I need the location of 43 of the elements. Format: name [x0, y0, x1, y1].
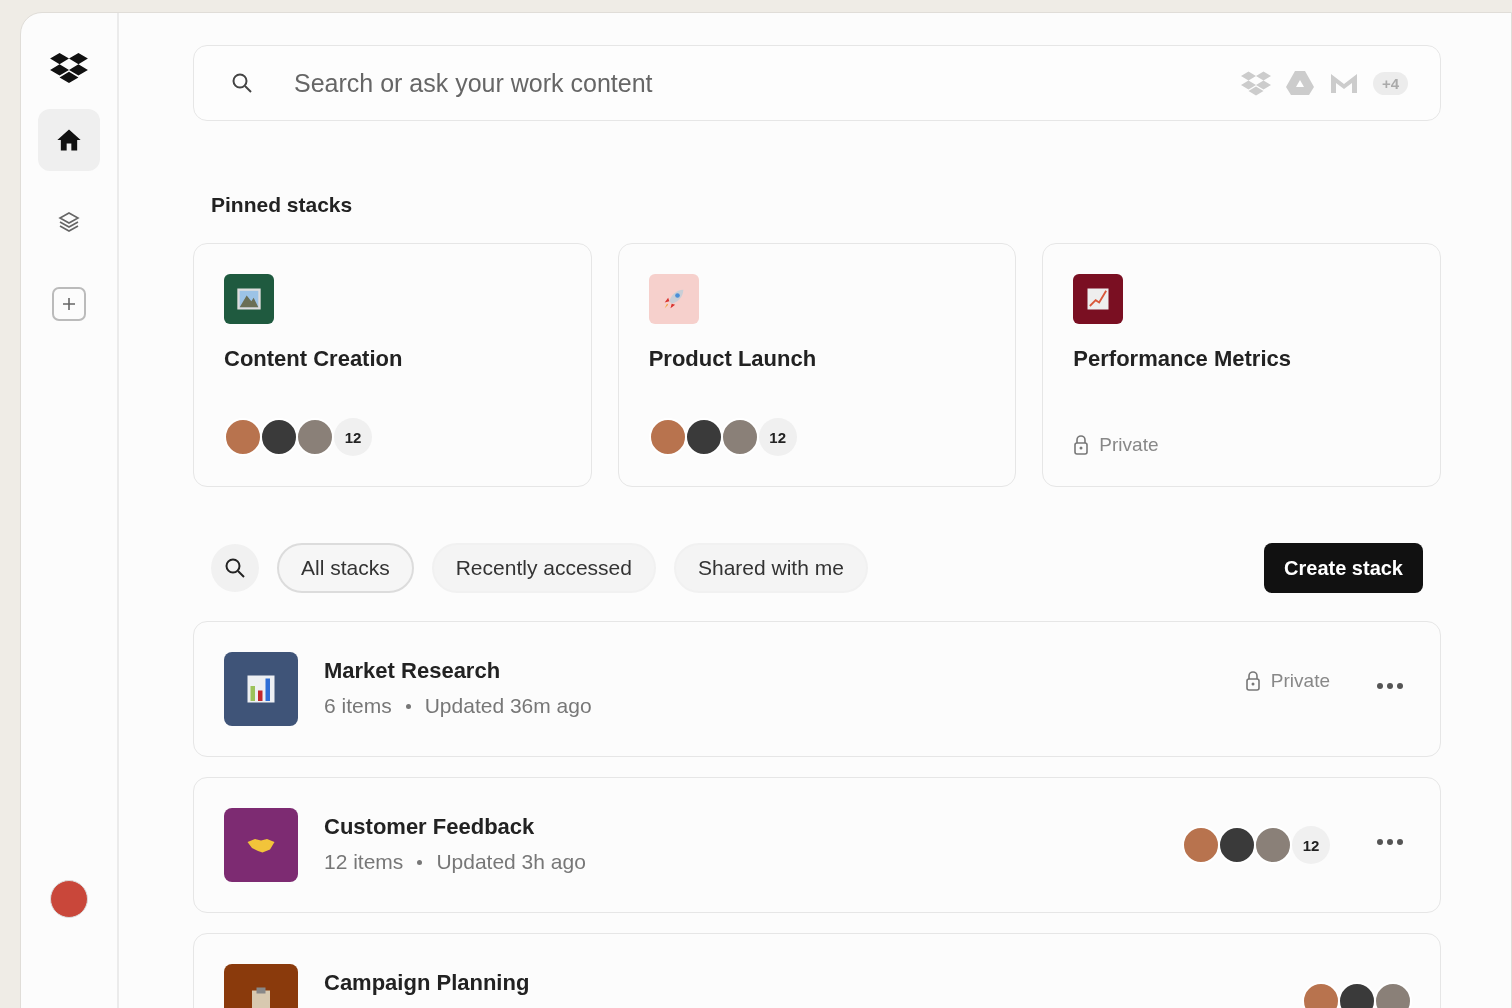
updated-time: Updated 3h ago — [436, 850, 586, 874]
home-button[interactable] — [38, 109, 100, 171]
layers-icon — [57, 210, 81, 234]
logo-icon — [50, 51, 88, 85]
stack-title: Market Research — [324, 658, 502, 684]
stack-card[interactable]: Performance Metrics Private — [1042, 243, 1441, 487]
lock-icon — [1073, 435, 1090, 455]
plus-icon — [61, 296, 77, 312]
member-count: 12 — [1292, 826, 1330, 864]
stack-title: Performance Metrics — [1073, 346, 1291, 373]
stack-row[interactable]: Campaign Planning — [193, 933, 1441, 1008]
item-count: 6 items — [324, 694, 392, 718]
mail-m-icon — [1328, 71, 1359, 95]
separator-dot — [405, 703, 411, 709]
user-avatar[interactable] — [50, 880, 88, 918]
member-count: 12 — [758, 418, 797, 456]
stack-card[interactable]: Content Creation 12 — [193, 243, 592, 487]
create-stack-button[interactable]: Create stack — [1264, 543, 1423, 593]
filter-tab[interactable]: All stacks — [277, 543, 414, 593]
lock-icon — [1244, 671, 1261, 691]
privacy-label: Private — [1099, 434, 1159, 456]
search-field[interactable]: Search or ask your work content — [292, 67, 1203, 99]
stack-title: Content Creation — [224, 346, 403, 373]
section-title: Pinned stacks — [211, 193, 354, 217]
updated-time: Updated 36m ago — [424, 694, 592, 718]
filter-tab[interactable]: Recently accessed — [431, 543, 656, 593]
more-sources-badge: +4 — [1372, 71, 1408, 95]
search-icon — [223, 556, 247, 580]
stack-row[interactable]: Customer Feedback 12 items Updated 3h ago 12 — [193, 777, 1441, 913]
filter-tab[interactable]: Shared with me — [673, 543, 868, 593]
ellipsis-icon — [1376, 682, 1404, 690]
separator-dot — [417, 859, 423, 865]
stack-title: Campaign Planning — [324, 970, 530, 996]
item-count: 12 items — [324, 850, 404, 874]
stack-title: Customer Feedback — [324, 814, 536, 840]
stack-card[interactable]: Product Launch 12 — [617, 243, 1017, 487]
search-icon — [230, 71, 254, 95]
ellipsis-icon — [1376, 838, 1404, 846]
stack-row[interactable]: Market Research 6 items Updated 36m ago Private — [193, 621, 1441, 757]
member-count: 12 — [334, 418, 372, 456]
search-button[interactable] — [211, 544, 259, 592]
stack-title: Product Launch — [648, 346, 817, 373]
privacy-label: Private — [1270, 670, 1330, 692]
